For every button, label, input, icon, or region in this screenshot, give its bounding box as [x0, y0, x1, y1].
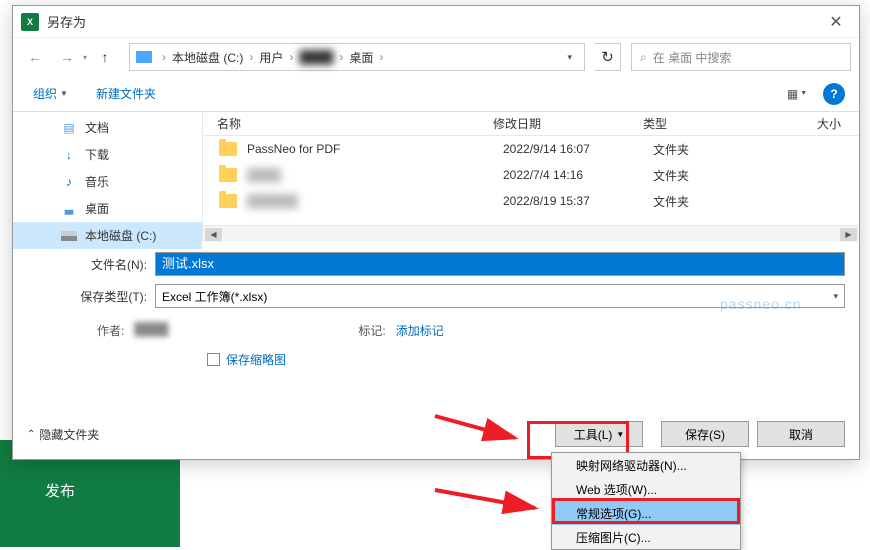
- drive-icon: [136, 51, 152, 63]
- drive-icon: [61, 228, 77, 244]
- scroll-left-icon[interactable]: ◀: [205, 228, 222, 241]
- file-row[interactable]: ██████ 2022/8/19 15:37 文件夹: [203, 188, 859, 214]
- chevron-down-icon: ▼: [616, 430, 624, 439]
- col-name-header[interactable]: 名称: [203, 115, 493, 132]
- folder-icon: [219, 142, 237, 156]
- dropdown-item-general-options[interactable]: 常规选项(G)...: [552, 501, 740, 525]
- savetype-select[interactable]: Excel 工作簿(*.xlsx) ▾: [155, 284, 845, 308]
- dropdown-item-map-network[interactable]: 映射网络驱动器(N)...: [552, 453, 740, 477]
- music-icon: ♪: [61, 174, 77, 190]
- cancel-button[interactable]: 取消: [757, 421, 845, 447]
- save-button[interactable]: 保存(S): [661, 421, 749, 447]
- breadcrumb-desktop[interactable]: 桌面: [347, 49, 375, 66]
- excel-app-icon: X: [21, 13, 39, 31]
- sidebar-item-documents[interactable]: ▤ 文档: [13, 114, 202, 141]
- file-row[interactable]: PassNeo for PDF 2022/9/14 16:07 文件夹: [203, 136, 859, 162]
- close-button[interactable]: ✕: [813, 6, 859, 38]
- breadcrumb-users[interactable]: 用户: [257, 49, 285, 66]
- folder-sidebar: ▤ 文档 ↓ 下载 ♪ 音乐 ▃ 桌面 本地磁盘 (C:): [13, 112, 203, 242]
- titlebar: X 另存为 ✕: [13, 6, 859, 38]
- sidebar-item-drive-c[interactable]: 本地磁盘 (C:): [13, 222, 202, 249]
- filename-input[interactable]: 测试.xlsx: [155, 252, 845, 276]
- document-icon: ▤: [61, 120, 77, 136]
- col-type-header[interactable]: 类型: [643, 115, 773, 132]
- thumbnail-checkbox[interactable]: [207, 353, 220, 366]
- breadcrumb-user[interactable]: ████: [297, 50, 335, 64]
- col-date-header[interactable]: 修改日期: [493, 115, 643, 132]
- tags-input[interactable]: 添加标记: [396, 322, 444, 339]
- up-button[interactable]: ↑: [91, 43, 119, 71]
- sidebar-item-music[interactable]: ♪ 音乐: [13, 168, 202, 195]
- breadcrumb-root[interactable]: 本地磁盘 (C:): [170, 49, 245, 66]
- view-mode-button[interactable]: ▦▼: [785, 83, 809, 105]
- hide-folders-button[interactable]: ⌃ 隐藏文件夹: [27, 426, 99, 443]
- toolbar: 组织▼ 新建文件夹 ▦▼ ?: [13, 76, 859, 112]
- tools-dropdown: 映射网络驱动器(N)... Web 选项(W)... 常规选项(G)... 压缩…: [551, 452, 741, 550]
- file-row[interactable]: ████ 2022/7/4 14:16 文件夹: [203, 162, 859, 188]
- nav-area: ← → ▾ ↑ › 本地磁盘 (C:) › 用户 › ████ › 桌面 › ▾…: [13, 38, 859, 76]
- excel-publish-label: 发布: [45, 480, 75, 501]
- history-chevron-icon[interactable]: ▾: [83, 53, 87, 62]
- sidebar-item-desktop[interactable]: ▃ 桌面: [13, 195, 202, 222]
- horizontal-scrollbar[interactable]: ◀ ▶: [203, 225, 859, 242]
- chevron-up-icon: ⌃: [27, 429, 35, 440]
- thumbnail-label: 保存缩略图: [226, 351, 286, 368]
- tools-button[interactable]: 工具(L) ▼: [555, 421, 643, 447]
- address-bar[interactable]: › 本地磁盘 (C:) › 用户 › ████ › 桌面 › ▾: [129, 43, 585, 71]
- filename-label: 文件名(N):: [27, 256, 155, 273]
- folder-icon: [219, 168, 237, 182]
- forward-button[interactable]: →: [53, 43, 81, 71]
- organize-button[interactable]: 组织▼: [27, 81, 74, 106]
- dropdown-item-web-options[interactable]: Web 选项(W)...: [552, 477, 740, 501]
- new-folder-button[interactable]: 新建文件夹: [90, 81, 162, 106]
- desktop-icon: ▃: [61, 201, 77, 217]
- scroll-right-icon[interactable]: ▶: [840, 228, 857, 241]
- folder-icon: [219, 194, 237, 208]
- column-headers: 名称 修改日期 类型 大小: [203, 112, 859, 136]
- help-button[interactable]: ?: [823, 83, 845, 105]
- refresh-button[interactable]: ↻: [595, 43, 621, 71]
- download-icon: ↓: [61, 147, 77, 163]
- tags-label: 标记:: [358, 322, 385, 339]
- address-expand-icon[interactable]: ▾: [561, 52, 578, 63]
- back-button[interactable]: ←: [21, 43, 49, 71]
- author-value[interactable]: ████: [134, 322, 168, 339]
- col-size-header[interactable]: 大小: [773, 115, 859, 132]
- search-input[interactable]: ⌕ 在 桌面 中搜索: [631, 43, 851, 71]
- file-list: PassNeo for PDF 2022/9/14 16:07 文件夹 ████…: [203, 136, 859, 225]
- author-label: 作者:: [97, 322, 124, 339]
- dropdown-item-compress-pictures[interactable]: 压缩图片(C)...: [552, 525, 740, 549]
- chevron-down-icon: ▾: [833, 291, 838, 302]
- savetype-label: 保存类型(T):: [27, 288, 155, 305]
- search-icon: ⌕: [640, 50, 647, 65]
- window-title: 另存为: [47, 12, 86, 31]
- sidebar-item-downloads[interactable]: ↓ 下载: [13, 141, 202, 168]
- save-as-dialog: X 另存为 ✕ ← → ▾ ↑ › 本地磁盘 (C:) › 用户 › ████ …: [12, 5, 860, 460]
